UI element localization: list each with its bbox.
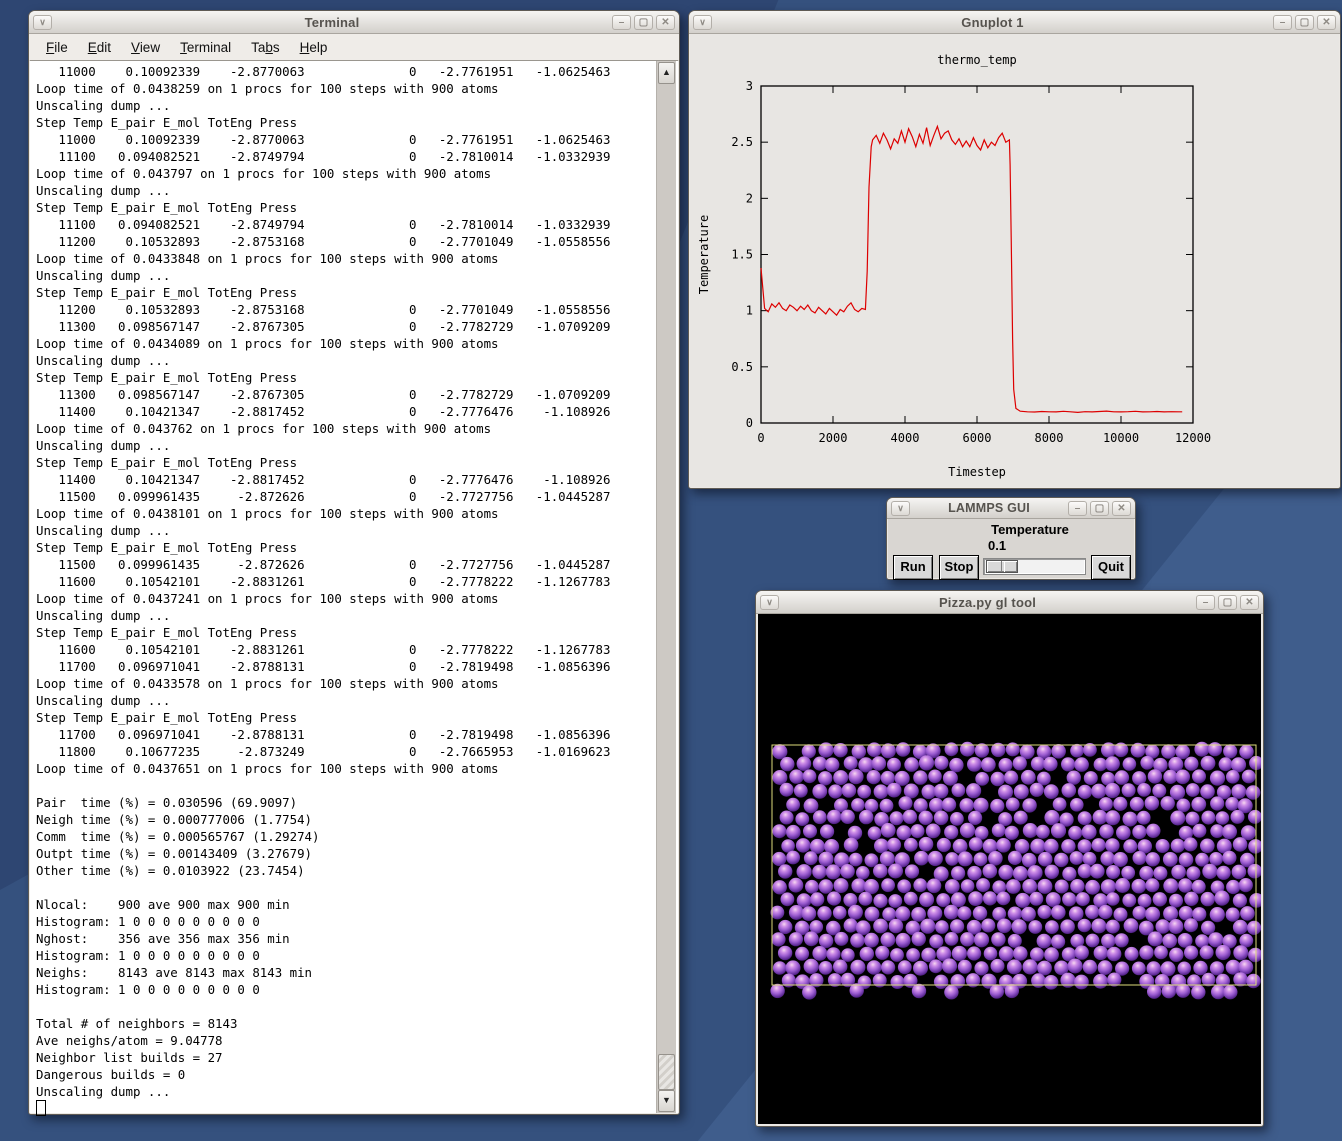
gnuplot-title: Gnuplot 1	[715, 15, 1270, 30]
terminal-scrollbar[interactable]: ▲ ▼	[656, 61, 676, 1113]
menu-item-terminal[interactable]: Terminal	[171, 37, 240, 58]
pizza-canvas[interactable]	[758, 614, 1261, 1124]
svg-text:3: 3	[746, 79, 753, 93]
terminal-cursor	[36, 1100, 46, 1116]
temperature-value: 0.1	[988, 538, 1006, 553]
minimize-button[interactable]: –	[1068, 501, 1087, 516]
lammps-gui-title: LAMMPS GUI	[913, 501, 1065, 515]
pizza-window: ∨ Pizza.py gl tool – ▢ ✕	[755, 590, 1264, 1127]
menu-item-help[interactable]: Help	[291, 37, 337, 58]
terminal-titlebar[interactable]: ∨ Terminal – ▢ ✕	[29, 11, 679, 34]
terminal-title: Terminal	[55, 15, 609, 30]
terminal-menubar: FileEditViewTerminalTabsHelp	[29, 34, 679, 61]
terminal-window: ∨ Terminal – ▢ ✕ FileEditViewTerminalTab…	[28, 10, 680, 1115]
window-menu-icon[interactable]: ∨	[760, 595, 779, 610]
run-button[interactable]: Run	[893, 555, 933, 580]
slider-handle[interactable]	[986, 560, 1018, 573]
svg-text:0: 0	[746, 416, 753, 430]
svg-text:12000: 12000	[1175, 431, 1211, 445]
close-button[interactable]: ✕	[1112, 501, 1131, 516]
terminal-output: 11000 0.10092339 -2.8770063 0 -2.7761951…	[30, 61, 678, 1118]
window-menu-icon[interactable]: ∨	[33, 15, 52, 30]
terminal-body[interactable]: 11000 0.10092339 -2.8770063 0 -2.7761951…	[30, 60, 678, 1113]
scroll-down-icon[interactable]: ▼	[658, 1090, 675, 1112]
stop-button[interactable]: Stop	[939, 555, 979, 580]
thermo-temp-chart: 0 2000 4000 6000 8000 10000 12000 0 0.5 1 1.5 2 2.5 3…	[690, 34, 1339, 487]
close-button[interactable]: ✕	[1240, 595, 1259, 610]
svg-text:1: 1	[746, 304, 753, 318]
pizza-title: Pizza.py gl tool	[782, 595, 1193, 610]
lammps-gui-titlebar[interactable]: ∨ LAMMPS GUI – ▢ ✕	[887, 498, 1135, 519]
maximize-button[interactable]: ▢	[1090, 501, 1109, 516]
close-button[interactable]: ✕	[1317, 15, 1336, 30]
svg-text:0: 0	[757, 431, 764, 445]
menu-item-view[interactable]: View	[122, 37, 169, 58]
scroll-up-icon[interactable]: ▲	[658, 62, 675, 84]
svg-text:6000: 6000	[963, 431, 992, 445]
svg-text:8000: 8000	[1035, 431, 1064, 445]
minimize-button[interactable]: –	[1196, 595, 1215, 610]
menu-item-edit[interactable]: Edit	[79, 37, 120, 58]
window-menu-icon[interactable]: ∨	[693, 15, 712, 30]
svg-text:thermo_temp: thermo_temp	[937, 53, 1016, 67]
gnuplot-window: ∨ Gnuplot 1 – ▢ ✕ 0 2000 4000 6000 8000 10000…	[688, 10, 1341, 489]
menu-item-tabs[interactable]: Tabs	[242, 37, 289, 58]
svg-text:2: 2	[746, 191, 753, 205]
svg-text:2.5: 2.5	[731, 135, 753, 149]
lammps-gui-window: ∨ LAMMPS GUI – ▢ ✕ Temperature 0.1 Run S…	[886, 497, 1136, 580]
temperature-label: Temperature	[980, 522, 1080, 537]
svg-text:4000: 4000	[891, 431, 920, 445]
quit-button[interactable]: Quit	[1091, 555, 1131, 580]
menu-item-file[interactable]: File	[37, 37, 77, 58]
window-menu-icon[interactable]: ∨	[891, 501, 910, 516]
svg-text:1.5: 1.5	[731, 248, 753, 262]
close-button[interactable]: ✕	[656, 15, 675, 30]
gnuplot-titlebar[interactable]: ∨ Gnuplot 1 – ▢ ✕	[689, 11, 1340, 34]
scrollbar-thumb[interactable]	[658, 1054, 675, 1090]
svg-text:0.5: 0.5	[731, 360, 753, 374]
svg-text:Temperature: Temperature	[697, 215, 711, 294]
svg-text:10000: 10000	[1103, 431, 1139, 445]
svg-text:2000: 2000	[819, 431, 848, 445]
maximize-button[interactable]: ▢	[1218, 595, 1237, 610]
slider-handle-groove	[1001, 561, 1005, 572]
svg-text:Timestep: Timestep	[948, 465, 1006, 479]
maximize-button[interactable]: ▢	[634, 15, 653, 30]
atom-visualization	[758, 614, 1261, 1123]
temperature-slider[interactable]	[983, 558, 1086, 575]
pizza-titlebar[interactable]: ∨ Pizza.py gl tool – ▢ ✕	[756, 591, 1263, 614]
minimize-button[interactable]: –	[1273, 15, 1292, 30]
maximize-button[interactable]: ▢	[1295, 15, 1314, 30]
gnuplot-canvas: 0 2000 4000 6000 8000 10000 12000 0 0.5 1 1.5 2 2.5 3…	[690, 34, 1339, 487]
minimize-button[interactable]: –	[612, 15, 631, 30]
lammps-gui-body: Temperature 0.1 Run Stop Quit	[888, 519, 1134, 578]
